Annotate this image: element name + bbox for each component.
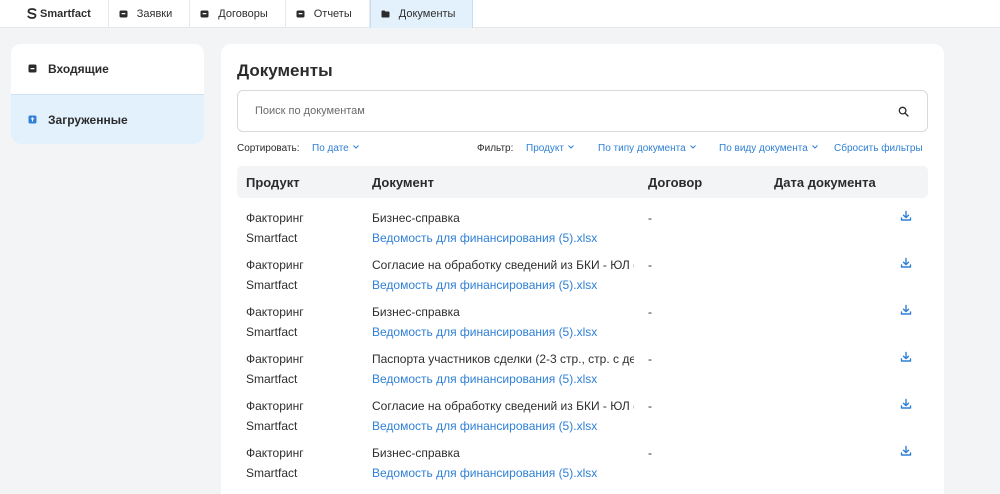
chevron-down-icon: [811, 145, 818, 149]
document-file-link[interactable]: Ведомость для финансирования (5).xlsx: [372, 231, 597, 245]
tab-smartfact[interactable]: Smartfact: [0, 0, 109, 28]
contract-value: -: [648, 352, 652, 366]
product-brand: Smartfact: [246, 419, 298, 433]
search-icon[interactable]: [898, 106, 909, 117]
download-icon[interactable]: [900, 445, 912, 457]
product-brand: Smartfact: [246, 231, 298, 245]
download-icon[interactable]: [900, 257, 912, 269]
contract-value: -: [648, 399, 652, 413]
column-header-date: Дата документа: [774, 175, 876, 190]
product-brand: Smartfact: [246, 278, 298, 292]
sidebar-item-incoming[interactable]: Входящие: [11, 44, 204, 94]
tab-label: Заявки: [136, 8, 173, 20]
product-name: Факторинг: [246, 352, 304, 366]
search-placeholder: Поиск по документам: [255, 105, 365, 117]
product-name: Факторинг: [246, 446, 304, 460]
tab-label: Договоры: [218, 8, 268, 20]
inbox-icon: [28, 64, 37, 73]
document-type: Бизнес-справка: [372, 446, 460, 460]
product-brand: Smartfact: [246, 466, 298, 480]
chevron-down-icon: [568, 145, 574, 149]
sidebar-item-label: Входящие: [48, 62, 109, 76]
document-file-link[interactable]: Ведомость для финансирования (5).xlsx: [372, 372, 597, 386]
table-row: Факторинг Smartfact Паспорта участников сд…: [237, 351, 928, 399]
product-name: Факторинг: [246, 399, 304, 413]
document-type: Согласие на обработку сведений из БКИ - …: [372, 258, 634, 272]
sidebar-item-label: Загруженные: [48, 112, 128, 127]
sort-filter-bar: Сортировать: По дате Фильтр: Продукт По …: [237, 141, 928, 157]
table-header: Продукт Документ Договор Дата документа: [237, 166, 928, 198]
chevron-down-icon: [352, 145, 359, 149]
contract-value: -: [648, 305, 652, 319]
tab-applications[interactable]: Заявки: [109, 0, 191, 28]
sidebar-item-uploaded[interactable]: Загруженные: [11, 94, 204, 144]
table-row: Факторинг Smartfact Бизнес-справка Ведомост…: [237, 304, 928, 352]
table-row: Факторинг Smartfact Бизнес-справка Ведомост…: [237, 210, 928, 258]
sort-by-date-dropdown[interactable]: По дате: [312, 143, 359, 154]
product-name: Факторинг: [246, 305, 304, 319]
filter-doc-kind-label: По виду документа: [719, 143, 808, 154]
document-type: Паспорта участников сделки (2-3 стр., ст…: [372, 352, 634, 366]
download-icon[interactable]: [900, 351, 912, 363]
filter-product-dropdown[interactable]: Продукт: [526, 143, 574, 154]
folder-icon: [381, 10, 390, 18]
folder-icon: [119, 10, 128, 18]
product-brand: Smartfact: [246, 372, 298, 386]
chevron-down-icon: [689, 145, 696, 149]
sort-label: Сортировать:: [237, 143, 300, 154]
upload-icon: [28, 115, 37, 124]
product-name: Факторинг: [246, 258, 304, 272]
column-header-contract: Договор: [648, 175, 703, 190]
tab-label: Отчеты: [313, 8, 352, 20]
table-row: Факторинг Smartfact Согласие на обработку …: [237, 398, 928, 446]
table-row: Факторинг Smartfact Согласие на обработку …: [237, 257, 928, 305]
column-header-document: Документ: [372, 175, 434, 190]
document-type: Бизнес-справка: [372, 305, 460, 319]
filter-doc-type-label: По типу документа: [598, 143, 686, 154]
document-file-link[interactable]: Ведомость для финансирования (5).xlsx: [372, 419, 597, 433]
document-file-link[interactable]: Ведомость для финансирования (5).xlsx: [372, 466, 597, 480]
document-file-link[interactable]: Ведомость для финансирования (5).xlsx: [372, 278, 597, 292]
contract-value: -: [648, 446, 652, 460]
product-name: Факторинг: [246, 211, 304, 225]
download-icon[interactable]: [900, 210, 912, 222]
document-file-link[interactable]: Ведомость для финансирования (5).xlsx: [372, 325, 597, 339]
column-header-product: Продукт: [246, 175, 300, 190]
folder-icon: [200, 10, 209, 18]
contract-value: -: [648, 211, 652, 225]
filter-doc-type-dropdown[interactable]: По типу документа: [598, 143, 696, 154]
documents-panel: Документы Поиск по документам Сортироват…: [221, 44, 944, 494]
download-icon[interactable]: [900, 304, 912, 316]
download-icon[interactable]: [900, 398, 912, 410]
filter-product-label: Продукт: [526, 143, 564, 154]
filter-label: Фильтр:: [477, 143, 514, 154]
folder-icon: [296, 10, 305, 18]
product-brand: Smartfact: [246, 325, 298, 339]
page-title: Документы: [237, 61, 333, 80]
contract-value: -: [648, 258, 652, 272]
tab-contracts[interactable]: Договоры: [190, 0, 286, 28]
reset-filters-link[interactable]: Сбросить фильтры: [834, 143, 923, 154]
filter-doc-kind-dropdown[interactable]: По виду документа: [719, 143, 818, 154]
tab-documents[interactable]: Документы: [369, 0, 474, 28]
smartfact-logo-icon: [27, 8, 37, 19]
top-navigation: Smartfact Заявки Договоры Отчеты Докумен…: [0, 0, 1000, 28]
tab-label: Smartfact: [40, 8, 91, 20]
search-input[interactable]: Поиск по документам: [237, 90, 928, 132]
sidebar: Входящие Загруженные: [11, 44, 204, 144]
tab-label: Документы: [398, 8, 456, 20]
document-type: Согласие на обработку сведений из БКИ - …: [372, 399, 634, 413]
sort-value: По дате: [312, 143, 349, 154]
tab-reports[interactable]: Отчеты: [286, 0, 370, 28]
document-type: Бизнес-справка: [372, 211, 460, 225]
table-row: Факторинг Smartfact Бизнес-справка Ведомост…: [237, 445, 928, 493]
